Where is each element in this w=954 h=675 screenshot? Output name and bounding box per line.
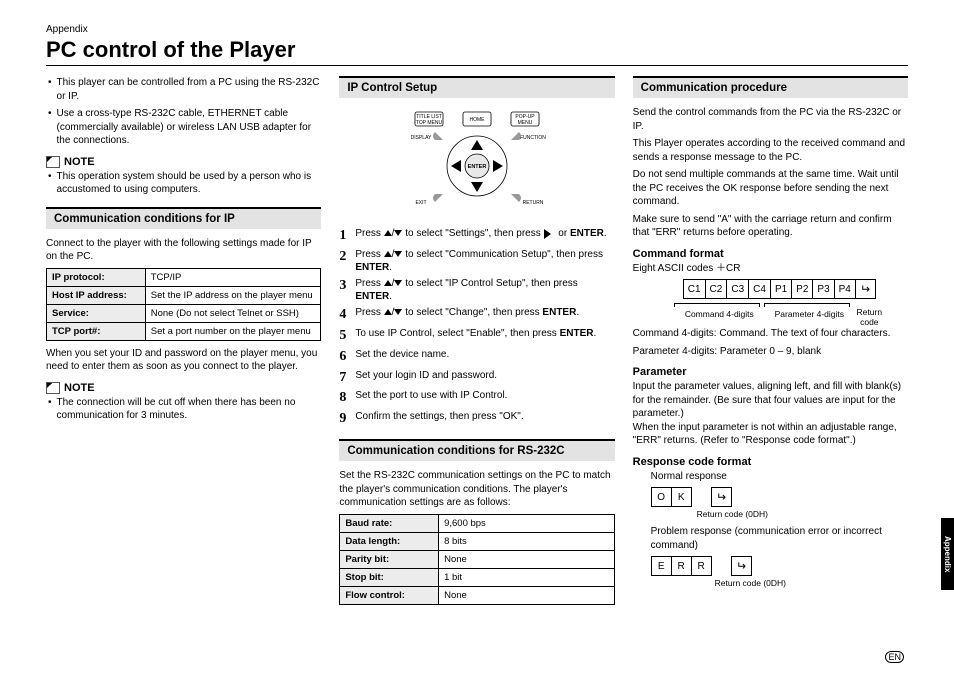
return-arrow-icon: ↵	[736, 559, 746, 573]
command-format-sub: Eight ASCII codes ＋CR	[633, 262, 908, 276]
step: Set the device name.	[339, 348, 614, 367]
section-rs232c: Communication conditions for RS-232C	[339, 439, 614, 461]
step: Set the port to use with IP Control.	[339, 389, 614, 408]
svg-text:EXIT: EXIT	[415, 200, 426, 206]
content-columns: This player can be controlled from a PC …	[46, 76, 908, 611]
proc-para: Do not send multiple commands at the sam…	[633, 168, 908, 209]
command-format-header: Command format	[633, 248, 908, 260]
intro-bullet: This player can be controlled from a PC …	[46, 76, 321, 103]
proc-para: Make sure to send "A" with the carriage …	[633, 213, 908, 240]
remote-svg: TITLE LISTTOP MENU HOME POP-UPMENU DISPL…	[397, 106, 557, 216]
footer-language-badge: EN	[885, 651, 904, 663]
return-arrow-icon: ↵	[860, 282, 870, 296]
parameter-text: Input the parameter values, aligning lef…	[633, 380, 908, 448]
section-ip-setup: IP Control Setup	[339, 76, 614, 98]
note-header: NOTE	[46, 156, 321, 168]
column-1: This player can be controlled from a PC …	[46, 76, 321, 611]
svg-text:ENTER: ENTER	[468, 164, 487, 170]
side-tab-appendix: Appendix	[941, 518, 954, 590]
step: Press / to select "Settings", then press…	[339, 227, 614, 246]
setup-steps: Press / to select "Settings", then press…	[339, 227, 614, 429]
title-rule	[46, 65, 908, 66]
note-bullet: This operation system should be used by …	[46, 170, 321, 197]
page: Appendix PC control of the Player This p…	[0, 0, 954, 675]
triangle-down-icon	[394, 230, 402, 240]
step: Press / to select "Change", then press E…	[339, 306, 614, 325]
triangle-down-icon	[394, 280, 402, 290]
svg-text:MENU: MENU	[518, 120, 533, 126]
step: Set your login ID and password.	[339, 369, 614, 388]
return-code-caption: Return code (0DH)	[697, 509, 908, 519]
response-normal-label: Normal response	[651, 470, 908, 484]
triangle-down-icon	[394, 309, 402, 319]
column-3: Communication procedure Send the control…	[633, 76, 908, 611]
cmd-after: Parameter 4-digits: Parameter 0 – 9, bla…	[633, 345, 908, 359]
triangle-down-icon	[394, 251, 402, 261]
return-code-caption: Return code (0DH)	[715, 578, 908, 588]
step: Press / to select "IP Control Setup", th…	[339, 277, 614, 304]
return-arrow-icon: ↵	[716, 490, 726, 504]
intro-bullet: Use a cross-type RS-232C cable, ETHERNET…	[46, 107, 321, 148]
svg-text:TOP MENU: TOP MENU	[416, 120, 443, 126]
column-2: IP Control Setup TITLE LISTTOP MENU HOME…	[339, 76, 614, 611]
rs232-intro: Set the RS-232C communication settings o…	[339, 469, 614, 510]
response-problem-label: Problem response (communication error or…	[651, 525, 908, 552]
step: Confirm the settings, then press "OK".	[339, 410, 614, 429]
remote-diagram: TITLE LISTTOP MENU HOME POP-UPMENU DISPL…	[339, 106, 614, 219]
ip-table: IP protocol:TCP/IP Host IP address:Set t…	[46, 268, 321, 341]
response-format-header: Response code format	[633, 456, 908, 468]
ip-cond-intro: Connect to the player with the following…	[46, 237, 321, 264]
cmd-after: Command 4-digits: Command. The text of f…	[633, 327, 908, 341]
svg-text:RETURN: RETURN	[523, 200, 544, 206]
step: To use IP Control, select "Enable", then…	[339, 327, 614, 346]
section-ip-conditions: Communication conditions for IP	[46, 207, 321, 229]
svg-text:FUNCTION: FUNCTION	[520, 135, 546, 141]
note-bullet: The connection will be cut off when ther…	[46, 396, 321, 423]
triangle-up-icon	[384, 247, 392, 257]
ip-after-para: When you set your ID and password on the…	[46, 347, 321, 374]
step: Press / to select "Communication Setup",…	[339, 248, 614, 275]
triangle-right-icon	[544, 229, 556, 239]
rs232-table: Baud rate:9,600 bps Data length:8 bits P…	[339, 514, 614, 605]
triangle-up-icon	[384, 276, 392, 286]
triangle-up-icon	[384, 226, 392, 236]
section-comm-procedure: Communication procedure	[633, 76, 908, 98]
svg-text:HOME: HOME	[469, 117, 485, 123]
proc-para: This Player operates according to the re…	[633, 137, 908, 164]
proc-para: Send the control commands from the PC vi…	[633, 106, 908, 133]
appendix-small: Appendix	[46, 24, 908, 35]
parameter-header: Parameter	[633, 366, 908, 378]
page-title: PC control of the Player	[46, 37, 908, 63]
svg-text:DISPLAY: DISPLAY	[411, 135, 432, 141]
note-header: NOTE	[46, 382, 321, 394]
command-format-diagram: C1C2 C3C4 P1P2 P3P4 ↵ Command 4-digits P…	[633, 279, 908, 327]
triangle-up-icon	[384, 305, 392, 315]
